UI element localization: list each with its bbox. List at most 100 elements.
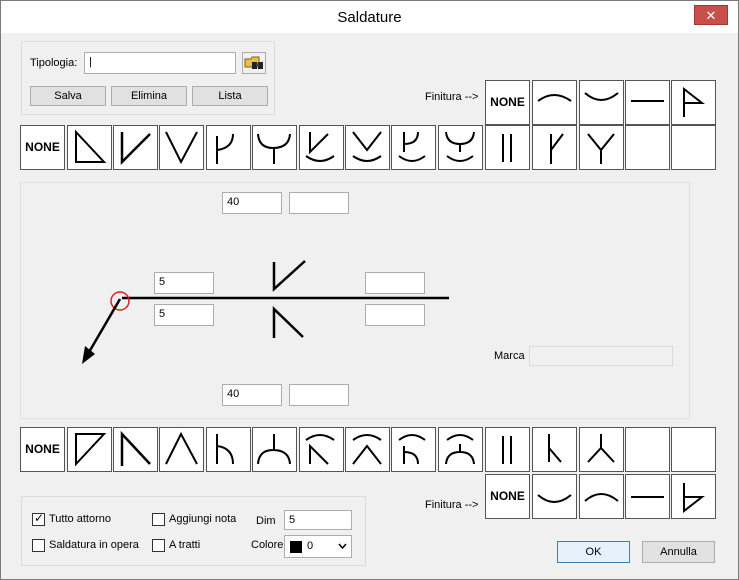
none-label: NONE xyxy=(490,95,525,109)
bottom-symbol-y-button[interactable] xyxy=(579,427,624,472)
top-symbol-v-button[interactable] xyxy=(159,125,204,170)
weld-preview-panel: 40 5 5 40 Marca xyxy=(20,182,690,419)
top-symbol-fillet-button[interactable] xyxy=(67,125,112,170)
v-icon xyxy=(165,131,198,165)
arrow-head xyxy=(82,346,95,364)
saldatura-in-opera-checkbox[interactable] xyxy=(32,539,45,552)
a-tratti-label: A tratti xyxy=(169,539,201,551)
bottom-symbol-v-button[interactable] xyxy=(159,427,204,472)
colore-value: 0 xyxy=(307,540,314,552)
finitura-bottom-flag-button[interactable] xyxy=(671,474,716,519)
v-half-icon xyxy=(120,430,151,466)
top-symbol-empty-button-1[interactable] xyxy=(625,125,670,170)
finitura-top-convex-button[interactable] xyxy=(532,80,577,125)
bottom-symbol-empty-button-1[interactable] xyxy=(625,427,670,472)
top-symbol-square-double-button[interactable] xyxy=(485,125,530,170)
bottom-dim-2-input[interactable] xyxy=(289,384,349,406)
tutto-attorno-checkbox[interactable]: ✓ xyxy=(32,511,45,526)
concave-arc-icon xyxy=(584,92,619,101)
u-arc-icon xyxy=(445,434,475,465)
bottom-symbol-v-half-button[interactable] xyxy=(113,427,158,472)
tipologia-input[interactable]: | xyxy=(84,52,236,74)
top-symbol-v-half-button[interactable] xyxy=(113,125,158,170)
top-symbol-none-button[interactable]: NONE xyxy=(20,125,65,170)
bottom-symbol-square-double-button[interactable] xyxy=(485,427,530,472)
none-label: NONE xyxy=(25,140,60,154)
convex-arc-icon xyxy=(584,493,619,502)
top-symbol-y-button[interactable] xyxy=(579,125,624,170)
check-mark-icon: ✓ xyxy=(34,511,45,525)
square-double-icon xyxy=(502,436,512,464)
v-backing-icon xyxy=(305,434,335,465)
finitura-bottom-none-button[interactable]: NONE xyxy=(485,474,530,519)
y-icon xyxy=(587,133,615,164)
bottom-symbol-none-button[interactable]: NONE xyxy=(20,427,65,472)
top-symbol-v-backing-button[interactable] xyxy=(299,125,344,170)
finitura-top-concave-button[interactable] xyxy=(579,80,624,125)
tipologia-group: Tipologia: | Salva Elimina Lista xyxy=(21,41,275,115)
bottom-symbol-u-button[interactable] xyxy=(252,427,297,472)
v-double-arc-icon xyxy=(352,131,382,162)
arrow-leader xyxy=(83,298,122,360)
v-icon xyxy=(165,431,198,465)
bottom-symbol-v-double-arc-button[interactable] xyxy=(345,427,390,472)
salva-button[interactable]: Salva xyxy=(30,86,106,106)
bottom-symbol-u-arc-button[interactable] xyxy=(438,427,483,472)
finitura-top-none-button[interactable]: NONE xyxy=(485,80,530,125)
dim-label: Dim xyxy=(256,515,276,527)
lista-button[interactable]: Lista xyxy=(192,86,268,106)
bevel-j-icon xyxy=(216,434,234,465)
flag-icon xyxy=(683,483,705,514)
close-button[interactable]: ✕ xyxy=(694,5,728,25)
finitura-bottom-flat-button[interactable] xyxy=(625,474,670,519)
annulla-button[interactable]: Annulla xyxy=(642,541,715,563)
finitura-top-label: Finitura --> xyxy=(425,91,479,103)
marca-input[interactable] xyxy=(529,346,673,366)
concave-arc-icon xyxy=(537,494,572,503)
bottom-symbol-fillet-button[interactable] xyxy=(67,427,112,472)
saldature-dialog: Saldature ✕ Tipologia: | Salva Elimina L… xyxy=(0,0,739,580)
bottom-symbol-empty-button-2[interactable] xyxy=(671,427,716,472)
none-label: NONE xyxy=(25,442,60,456)
flag-icon xyxy=(683,86,705,117)
color-swatch xyxy=(290,541,302,553)
bottom-symbol-j-arc-button[interactable] xyxy=(391,427,436,472)
j-arc-icon xyxy=(398,131,426,162)
tipologia-label: Tipologia: xyxy=(30,57,78,69)
u-icon xyxy=(257,133,291,164)
upper-weld-symbol xyxy=(272,260,306,292)
browse-button[interactable] xyxy=(242,52,266,74)
top-symbol-v-double-arc-button[interactable] xyxy=(345,125,390,170)
finitura-top-flag-button[interactable] xyxy=(671,80,716,125)
elimina-button[interactable]: Elimina xyxy=(111,86,187,106)
tutto-attorno-label: Tutto attorno xyxy=(49,513,111,525)
bottom-dim-1-input[interactable]: 40 xyxy=(222,384,282,406)
top-symbol-single-bevel-button[interactable] xyxy=(532,125,577,170)
top-symbol-u-arc-button[interactable] xyxy=(438,125,483,170)
finitura-bottom-concave-button[interactable] xyxy=(532,474,577,519)
colore-select[interactable]: 0 xyxy=(284,535,352,558)
top-symbol-j-arc-button[interactable] xyxy=(391,125,436,170)
top-symbol-empty-button-2[interactable] xyxy=(671,125,716,170)
bottom-symbol-v-backing-button[interactable] xyxy=(299,427,344,472)
u-icon xyxy=(257,434,291,465)
none-label: NONE xyxy=(490,489,525,503)
ok-button[interactable]: OK xyxy=(557,541,630,563)
y-icon xyxy=(587,434,615,463)
square-double-icon xyxy=(502,134,512,162)
bottom-symbol-bevel-j-button[interactable] xyxy=(206,427,251,472)
window-title: Saldature xyxy=(337,9,402,26)
bottom-symbol-single-bevel-button[interactable] xyxy=(532,427,577,472)
lower-weld-symbol xyxy=(272,306,304,338)
dim-input[interactable]: 5 xyxy=(284,510,352,530)
top-symbol-u-button[interactable] xyxy=(252,125,297,170)
finitura-top-flat-button[interactable] xyxy=(625,80,670,125)
aggiungi-nota-checkbox[interactable] xyxy=(152,513,165,526)
folder-binoculars-icon xyxy=(244,56,263,69)
colore-label: Colore xyxy=(251,539,284,551)
top-symbol-bevel-j-button[interactable] xyxy=(206,125,251,170)
aggiungi-nota-label: Aggiungi nota xyxy=(169,513,237,525)
v-half-icon xyxy=(120,132,151,166)
a-tratti-checkbox[interactable] xyxy=(152,539,165,552)
finitura-bottom-convex-button[interactable] xyxy=(579,474,624,519)
